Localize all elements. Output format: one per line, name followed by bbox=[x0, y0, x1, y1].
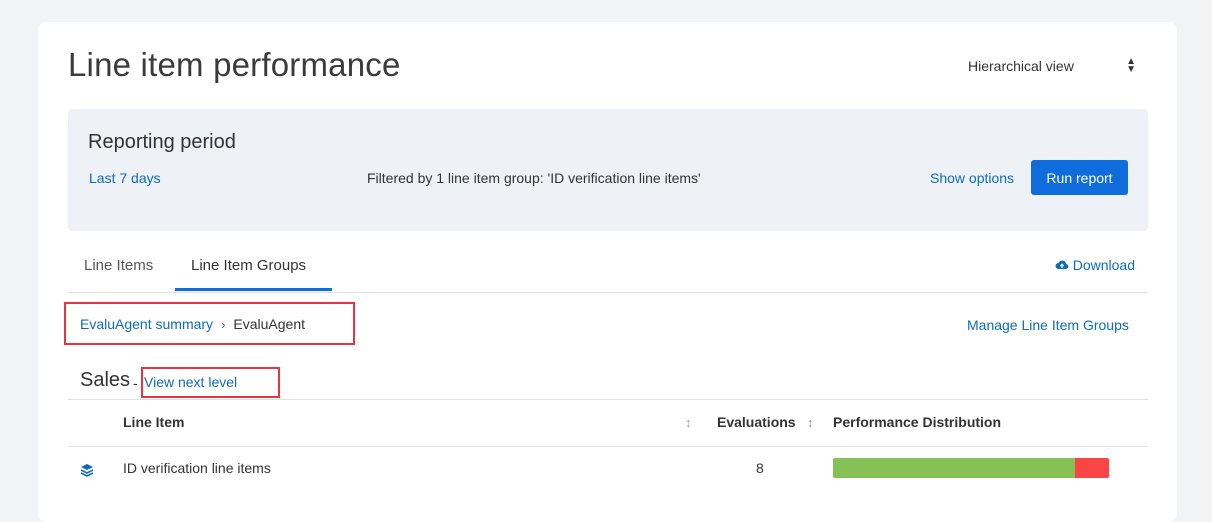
view-select-value: Hierarchical view bbox=[968, 58, 1074, 74]
updown-icon: ▲ ▼ bbox=[1126, 56, 1136, 75]
line-item-table: Line Item ↕ Evaluations ↕ Performance Di… bbox=[68, 399, 1148, 495]
period-link[interactable]: Last 7 days bbox=[89, 170, 161, 186]
highlight-box-breadcrumb bbox=[64, 302, 355, 345]
layers-icon bbox=[81, 464, 93, 477]
sort-icon[interactable]: ↕ bbox=[685, 415, 692, 430]
row-evaluations: 8 bbox=[756, 460, 764, 476]
performance-segment-good bbox=[833, 458, 1075, 478]
reporting-period-panel: Reporting period Last 7 days Filtered by… bbox=[68, 109, 1148, 231]
manage-line-item-groups-link[interactable]: Manage Line Item Groups bbox=[967, 317, 1129, 333]
performance-segment-bad bbox=[1074, 458, 1109, 478]
download-label: Download bbox=[1072, 257, 1135, 273]
column-header-performance: Performance Distribution bbox=[833, 414, 1002, 430]
tab-bar: Line Items Line Item Groups Download bbox=[68, 240, 1148, 293]
filter-text: Filtered by 1 line item group: 'ID verif… bbox=[367, 170, 701, 186]
table-header: Line Item ↕ Evaluations ↕ Performance Di… bbox=[68, 399, 1148, 447]
active-tab-indicator bbox=[175, 288, 332, 291]
highlight-box-next-level bbox=[141, 367, 280, 398]
run-report-button[interactable]: Run report bbox=[1031, 160, 1128, 195]
page-title: Line item performance bbox=[68, 46, 401, 83]
section-dash: - bbox=[133, 375, 138, 391]
cloud-upload-icon bbox=[1055, 260, 1069, 270]
performance-bar bbox=[833, 458, 1109, 478]
view-select[interactable]: Hierarchical view ▲ ▼ bbox=[968, 57, 1138, 75]
column-header-evaluations[interactable]: Evaluations bbox=[717, 414, 796, 430]
download-link[interactable]: Download bbox=[1055, 257, 1135, 273]
sort-icon[interactable]: ↕ bbox=[807, 415, 814, 430]
column-header-line-item[interactable]: Line Item bbox=[123, 414, 184, 430]
show-options-link[interactable]: Show options bbox=[930, 170, 1014, 186]
table-row[interactable]: ID verification line items 8 bbox=[68, 447, 1148, 495]
tab-line-items[interactable]: Line Items bbox=[84, 257, 153, 274]
tab-line-item-groups[interactable]: Line Item Groups bbox=[191, 257, 306, 274]
section-title: Sales bbox=[80, 369, 131, 391]
reporting-period-title: Reporting period bbox=[88, 131, 236, 153]
row-line-item-name: ID verification line items bbox=[123, 460, 271, 476]
